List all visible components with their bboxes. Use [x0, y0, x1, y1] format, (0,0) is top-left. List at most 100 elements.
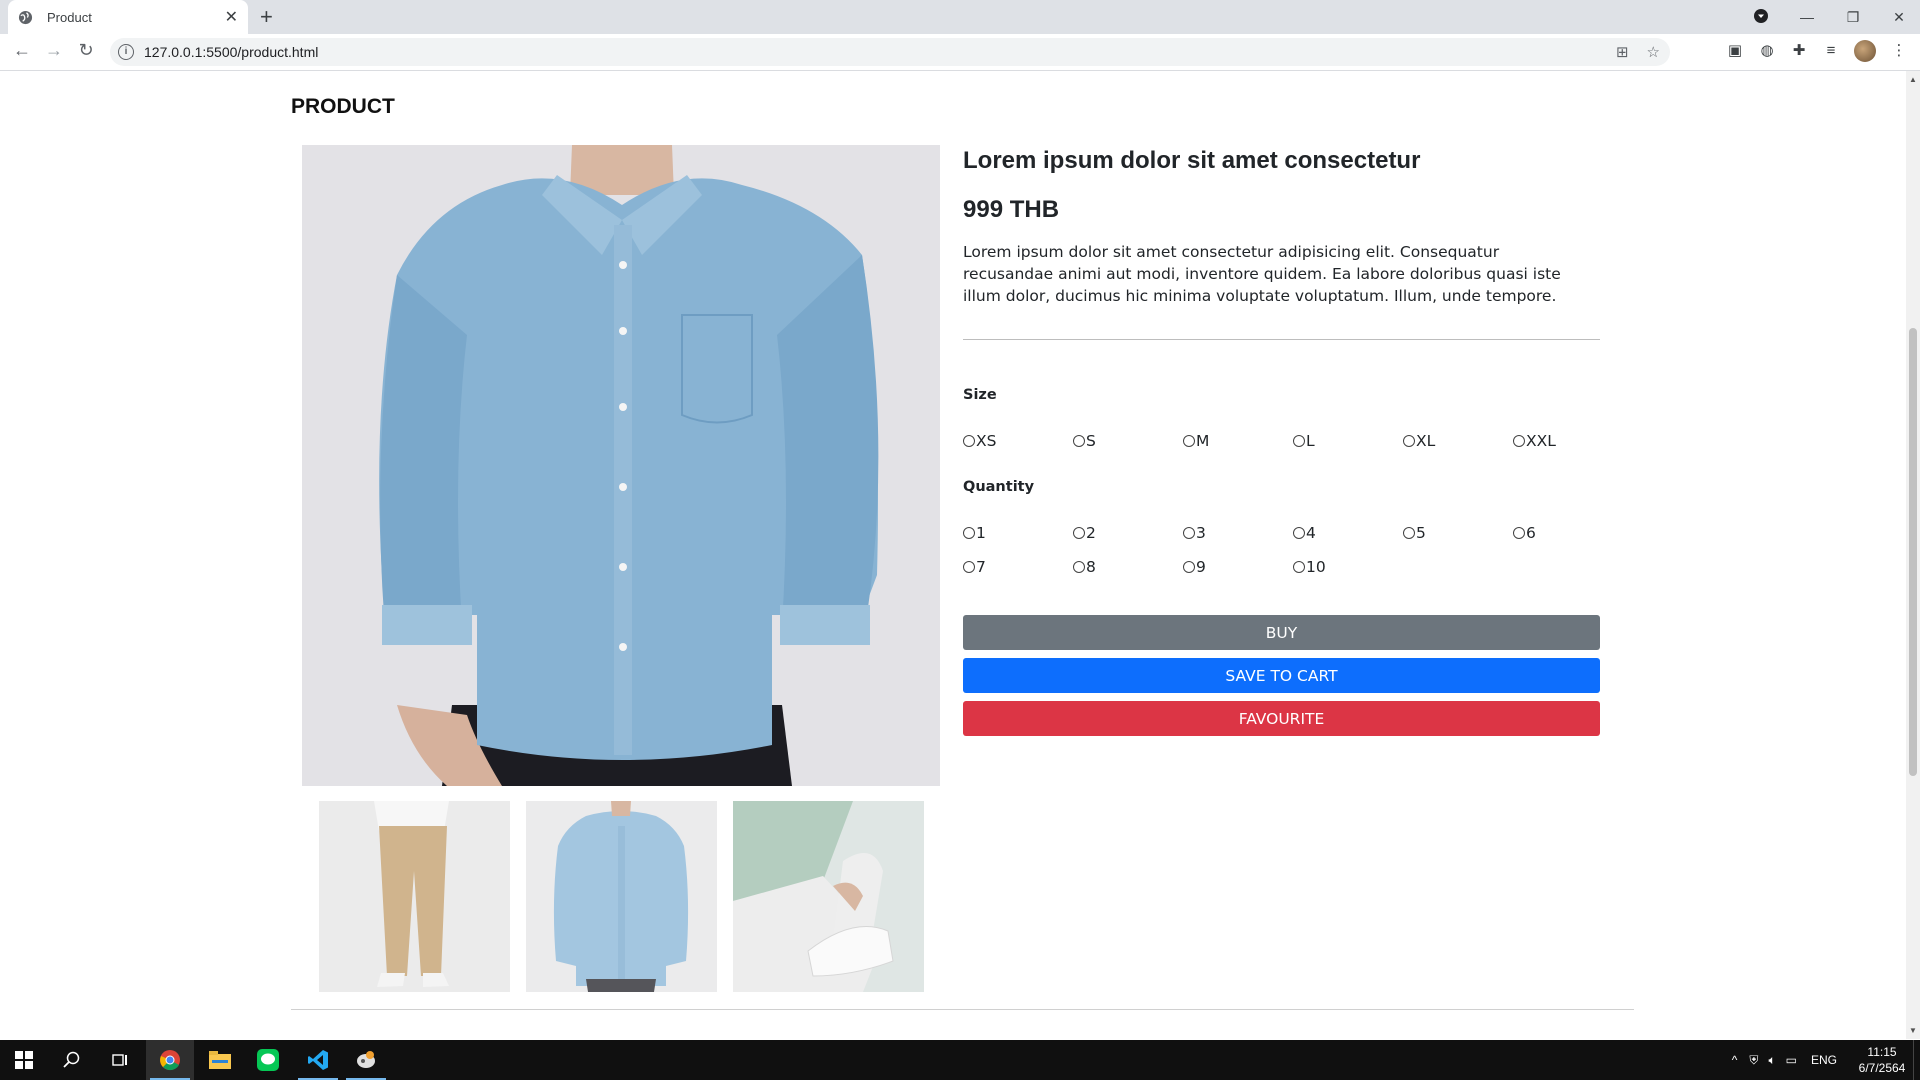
radio-circle[interactable]	[1293, 561, 1305, 573]
reload-icon[interactable]: ↻	[74, 40, 98, 61]
system-tray: ^ ⛨ 🔈︎ ▭ ENG 11:15 6/7/2564	[1732, 1040, 1920, 1080]
size-option-xxl[interactable]: XXL	[1513, 432, 1556, 450]
chevron-up-icon[interactable]: ^	[1732, 1053, 1738, 1067]
window-controls: — ❐ ✕	[1738, 0, 1920, 34]
quantity-option-7[interactable]: 7	[963, 558, 986, 576]
new-tab-button[interactable]: +	[260, 4, 273, 30]
size-option-label: XL	[1416, 432, 1436, 450]
main-product-image	[302, 145, 940, 786]
quantity-option-label: 3	[1196, 524, 1206, 542]
radio-circle[interactable]	[1183, 527, 1195, 539]
details-divider	[963, 339, 1600, 340]
start-icon[interactable]	[0, 1040, 48, 1080]
save-to-cart-button[interactable]: SAVE TO CART	[963, 658, 1600, 693]
product-title: Lorem ipsum dolor sit amet consectetur	[963, 147, 1421, 174]
quantity-option-label: 1	[976, 524, 986, 542]
security-icon[interactable]: ⛨	[1749, 1053, 1758, 1068]
scroll-down-arrow-icon[interactable]: ▼	[1909, 1026, 1917, 1035]
radio-circle[interactable]	[1073, 527, 1085, 539]
url-text[interactable]: 127.0.0.1:5500/product.html	[144, 44, 318, 60]
file-explorer-icon[interactable]	[196, 1040, 244, 1080]
radio-circle[interactable]	[1513, 435, 1525, 447]
page-scrollbar[interactable]: ▲ ▼	[1906, 71, 1920, 1039]
quantity-option-8[interactable]: 8	[1073, 558, 1096, 576]
quantity-option-label: 7	[976, 558, 986, 576]
quantity-option-label: 4	[1306, 524, 1316, 542]
address-bar[interactable]: i 127.0.0.1:5500/product.html ⊞ ☆	[110, 38, 1670, 66]
more-menu-icon[interactable]: ⋮	[1890, 42, 1908, 60]
radio-circle[interactable]	[1403, 527, 1415, 539]
translate-icon[interactable]: ⊞	[1616, 43, 1629, 61]
image-extension-icon[interactable]: ▣	[1726, 42, 1744, 60]
web-extension-icon[interactable]: ◍	[1758, 42, 1776, 60]
radio-circle[interactable]	[963, 527, 975, 539]
language-indicator[interactable]: ENG	[1811, 1053, 1837, 1067]
quantity-option-label: 6	[1526, 524, 1536, 542]
thumbnail-sneakers[interactable]	[733, 801, 924, 992]
clock[interactable]: 11:15 6/7/2564	[1851, 1044, 1913, 1076]
line-icon[interactable]	[244, 1040, 292, 1080]
radio-circle[interactable]	[963, 435, 975, 447]
quantity-option-9[interactable]: 9	[1183, 558, 1206, 576]
size-option-xs[interactable]: XS	[963, 432, 996, 450]
radio-circle[interactable]	[963, 561, 975, 573]
puzzle-extensions-icon[interactable]: ✚	[1790, 42, 1808, 60]
size-option-label: XXL	[1526, 432, 1556, 450]
restore-button[interactable]: ❐	[1830, 9, 1876, 26]
back-icon[interactable]: ←	[10, 40, 34, 61]
quantity-option-5[interactable]: 5	[1403, 524, 1426, 542]
quantity-option-4[interactable]: 4	[1293, 524, 1316, 542]
thumbnail-pants[interactable]	[319, 801, 510, 992]
radio-circle[interactable]	[1293, 527, 1305, 539]
radio-circle[interactable]	[1293, 435, 1305, 447]
quantity-option-3[interactable]: 3	[1183, 524, 1206, 542]
favourite-button[interactable]: FAVOURITE	[963, 701, 1600, 736]
page-viewport: PRODUCT Lorem ipsum dolor sit amet conse…	[0, 71, 1906, 1039]
size-option-l[interactable]: L	[1293, 432, 1315, 450]
task-view-icon[interactable]	[96, 1040, 144, 1080]
browser-menu-dropdown-icon[interactable]	[1738, 8, 1784, 26]
size-option-m[interactable]: M	[1183, 432, 1209, 450]
site-info-icon[interactable]: i	[118, 44, 134, 60]
radio-circle[interactable]	[1403, 435, 1415, 447]
thumbnail-shirt[interactable]	[526, 801, 717, 992]
chrome-icon[interactable]	[146, 1040, 194, 1080]
buy-button[interactable]: BUY	[963, 615, 1600, 650]
forward-icon[interactable]: →	[42, 40, 66, 61]
vscode-icon[interactable]	[294, 1040, 342, 1080]
radio-circle[interactable]	[1073, 561, 1085, 573]
radio-circle[interactable]	[1073, 435, 1085, 447]
quantity-label: Quantity	[963, 479, 1035, 495]
quantity-option-label: 8	[1086, 558, 1096, 576]
browser-toolbar: ← → ↻ i 127.0.0.1:5500/product.html ⊞ ☆ …	[0, 34, 1920, 71]
size-option-xl[interactable]: XL	[1403, 432, 1435, 450]
tab-title: Product	[47, 9, 92, 25]
bookmark-star-icon[interactable]: ☆	[1647, 43, 1660, 61]
app-icon[interactable]	[342, 1040, 390, 1080]
size-label: Size	[963, 387, 997, 403]
close-tab-icon[interactable]: ✕	[225, 7, 238, 27]
network-icon[interactable]: ▭	[1786, 1053, 1797, 1067]
search-icon[interactable]	[48, 1040, 96, 1080]
quantity-option-2[interactable]: 2	[1073, 524, 1096, 542]
radio-circle[interactable]	[1183, 435, 1195, 447]
browser-tab[interactable]: Product ✕	[8, 0, 248, 34]
tab-strip: Product ✕ + — ❐ ✕	[0, 0, 1920, 34]
scroll-up-arrow-icon[interactable]: ▲	[1909, 75, 1917, 84]
radio-circle[interactable]	[1183, 561, 1195, 573]
size-option-label: XS	[976, 432, 997, 450]
size-option-s[interactable]: S	[1073, 432, 1096, 450]
close-window-button[interactable]: ✕	[1876, 9, 1920, 26]
quantity-option-10[interactable]: 10	[1293, 558, 1326, 576]
scrollbar-thumb[interactable]	[1909, 328, 1917, 776]
quantity-option-1[interactable]: 1	[963, 524, 986, 542]
minimize-button[interactable]: —	[1784, 9, 1830, 25]
reading-list-icon[interactable]: ≡	[1822, 42, 1840, 60]
clock-time: 11:15	[1867, 1045, 1897, 1059]
radio-circle[interactable]	[1513, 527, 1525, 539]
clock-date: 6/7/2564	[1858, 1061, 1906, 1075]
profile-avatar[interactable]	[1854, 40, 1876, 62]
volume-icon[interactable]: 🔈︎	[1768, 1053, 1775, 1068]
show-desktop-button[interactable]	[1913, 1040, 1920, 1080]
quantity-option-6[interactable]: 6	[1513, 524, 1536, 542]
